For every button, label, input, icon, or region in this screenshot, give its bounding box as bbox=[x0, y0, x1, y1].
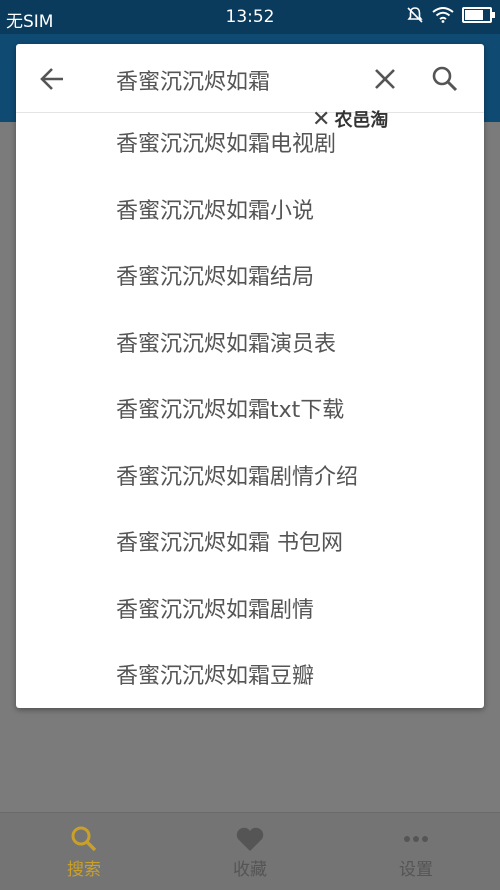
search-icon[interactable] bbox=[430, 64, 460, 94]
nav-settings-tab[interactable]: 设置 bbox=[356, 813, 476, 890]
mute-alarm-icon bbox=[407, 7, 423, 23]
nav-favorites-tab[interactable]: 收藏 bbox=[190, 813, 310, 890]
suggestion-item[interactable]: 香蜜沉沉烬如霜演员表 bbox=[16, 312, 484, 379]
search-bar: 香蜜沉沉烬如霜 bbox=[16, 44, 484, 113]
search-suggestion-panel: 香蜜沉沉烬如霜 ✕ 农邑淘 香蜜沉沉烬如霜电视剧 香蜜沉沉烬如霜小说 香蜜沉沉烬… bbox=[16, 44, 484, 708]
status-bar: 无SIM 13:52 bbox=[0, 0, 500, 34]
nav-settings-label: 设置 bbox=[399, 860, 433, 880]
suggestion-item[interactable]: 香蜜沉沉烬如霜 书包网 bbox=[16, 511, 484, 578]
nav-search-label: 搜索 bbox=[67, 860, 101, 880]
arrow-left-icon[interactable] bbox=[38, 64, 68, 94]
battery-icon bbox=[462, 7, 495, 23]
suggestion-item[interactable]: 香蜜沉沉烬如霜小说 bbox=[16, 179, 484, 246]
suggestion-list: 香蜜沉沉烬如霜电视剧 香蜜沉沉烬如霜小说 香蜜沉沉烬如霜结局 香蜜沉沉烬如霜演员… bbox=[16, 112, 484, 711]
status-icons bbox=[406, 6, 495, 24]
suggestion-item[interactable]: 香蜜沉沉烬如霜剧情 bbox=[16, 578, 484, 645]
suggestion-item[interactable]: 香蜜沉沉烬如霜剧情介绍 bbox=[16, 445, 484, 512]
more-dots-icon bbox=[404, 836, 428, 842]
nav-search-tab[interactable]: 搜索 bbox=[24, 813, 144, 890]
suggestion-item[interactable]: 香蜜沉沉烬如霜结局 bbox=[16, 245, 484, 312]
search-input[interactable]: 香蜜沉沉烬如霜 bbox=[116, 64, 270, 96]
suggestion-item[interactable]: 香蜜沉沉烬如霜电视剧 bbox=[16, 112, 484, 179]
bottom-nav: 搜索 收藏 设置 bbox=[0, 812, 500, 890]
suggestion-item[interactable]: 香蜜沉沉烬如霜txt下载 bbox=[16, 378, 484, 445]
suggestion-item[interactable]: 香蜜沉沉烬如霜豆瓣 bbox=[16, 644, 484, 711]
wifi-icon bbox=[432, 7, 454, 23]
search-icon bbox=[71, 826, 97, 852]
nav-favorites-label: 收藏 bbox=[233, 860, 267, 880]
heart-icon bbox=[236, 827, 264, 851]
close-icon[interactable] bbox=[370, 64, 400, 94]
